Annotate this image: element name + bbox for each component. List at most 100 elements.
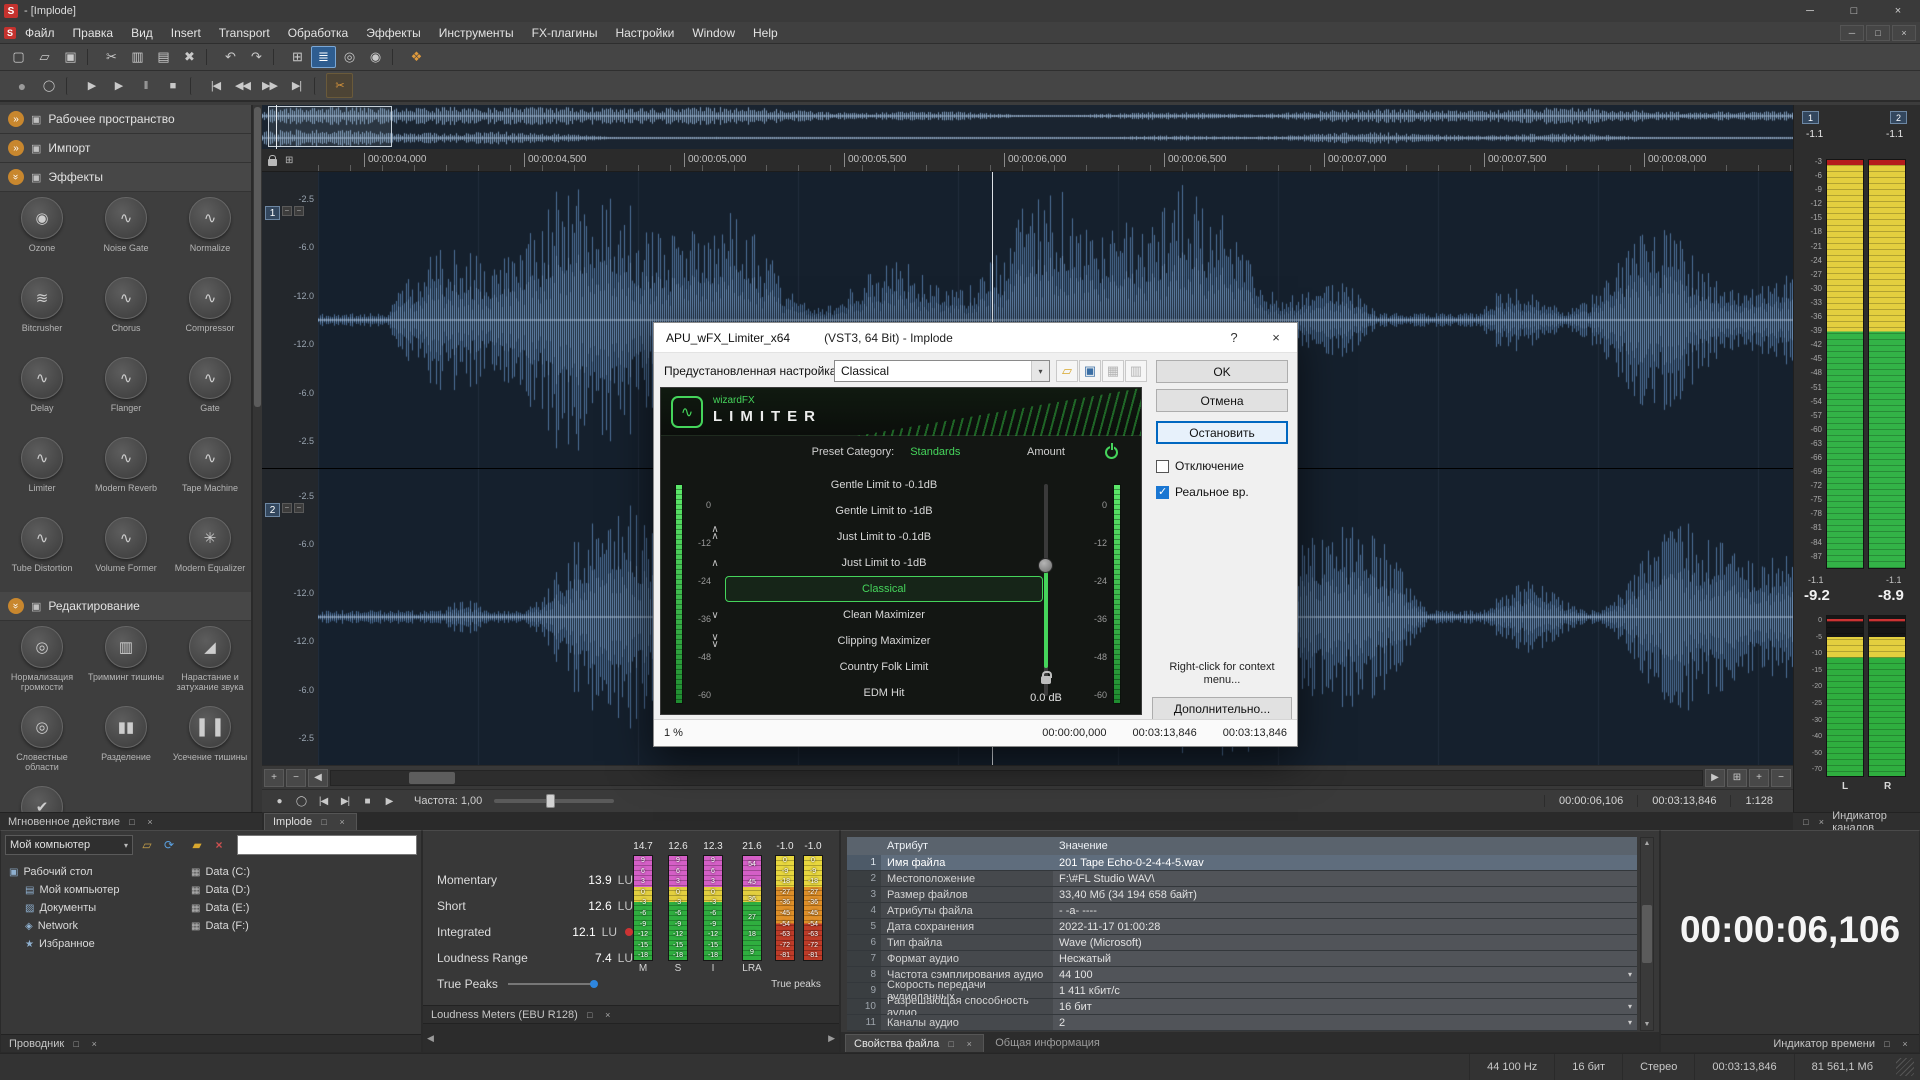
new-file-icon[interactable]: ▢ [6,46,31,68]
plugin-preset-item[interactable]: Just Limit to -0.1dB [725,524,1043,550]
time-ruler[interactable]: ⊞ 00:00:04,00000:00:04,50000:00:05,00000… [262,149,1793,172]
rate-slider-handle[interactable] [546,794,555,808]
tab-close-icon[interactable]: × [336,817,348,827]
tree-item-computer[interactable]: ▤ Мой компьютер [3,881,187,899]
bypass-checkbox-row[interactable]: Отключение [1156,459,1244,473]
overview-viewport-box[interactable] [268,106,392,147]
channel-1-min-button[interactable]: – [282,206,292,216]
mdi-restore-button[interactable]: □ [1866,25,1890,41]
effect-tile[interactable]: ∿ Flanger [84,352,168,432]
separator[interactable] [66,77,74,95]
maximize-button[interactable]: □ [1832,0,1876,22]
tab-file-properties[interactable]: Свойства файла □ × [845,1034,984,1052]
drive-item[interactable]: ▦ Data (F:) [191,917,361,935]
effect-tile[interactable]: ≋ Bitcrusher [0,272,84,352]
dialog-close-button[interactable]: × [1255,323,1297,352]
editing-tile[interactable]: ▮▮ Разделение [84,701,168,781]
stop-button[interactable]: Остановить [1156,421,1288,444]
menu-item[interactable]: Правка [64,22,123,43]
drive-item[interactable]: ▦ Data (C:) [191,863,361,881]
sidebar-section-editing[interactable]: » ▣ Редактирование [0,592,251,621]
section-workspace[interactable]: » ▣ Рабочее пространство [0,105,251,134]
separator[interactable] [392,49,400,65]
delete-button[interactable]: × [209,835,229,855]
menu-item[interactable]: Transport [210,22,279,43]
value-dropdown-icon[interactable]: ▾ [1628,1002,1632,1011]
menu-item[interactable]: FX-плагины [523,22,607,43]
plugin-preset-item[interactable]: Clean Maximizer [725,602,1043,628]
effect-tile[interactable]: ✳ Modern Equalizer [168,512,252,592]
go-to-end-icon[interactable]: ▶| [283,73,310,98]
effect-tile[interactable]: ∿ Tape Machine [168,432,252,512]
property-row[interactable]: 2 Местоположение F:\#FL Studio WAV\▾ [847,871,1637,887]
explorer-filter-input[interactable] [237,835,417,855]
play-all-icon[interactable]: ▶ [78,73,105,98]
channel-1-badge[interactable]: 1 [265,206,280,220]
effect-tile[interactable]: ∿ Normalize [168,192,252,272]
drive-item[interactable]: ▦ Data (E:) [191,899,361,917]
rate-slider[interactable] [494,799,614,803]
copy-icon[interactable]: ▥ [125,46,150,68]
folder-up-button[interactable]: ▱ [137,835,157,855]
panel-close-icon[interactable]: × [88,1039,100,1049]
cancel-button[interactable]: Отмена [1156,389,1288,412]
ruler-lock-icon[interactable] [268,159,277,166]
panel-float-icon[interactable]: □ [945,1039,957,1049]
editing-tile[interactable]: ▥ Тримминг тишины [84,621,168,701]
realtime-checkbox[interactable] [1156,486,1169,499]
property-row[interactable]: 5 Дата сохранения 2022-11-17 01:00:28▾ [847,919,1637,935]
scroll-down-icon[interactable]: ▼ [1644,1021,1651,1028]
menu-item[interactable]: Help [744,22,787,43]
panel-float-icon[interactable]: □ [70,1039,82,1049]
zoom-out-button[interactable]: − [286,769,306,787]
separator[interactable] [206,49,214,65]
plugin-preset-item[interactable]: Gentle Limit to -0.1dB [725,472,1043,498]
preset-last-icon[interactable]: ∨ ∨ [707,634,723,648]
rewind-icon[interactable]: ◀◀ [229,73,256,98]
forward-icon[interactable]: ▶▶ [256,73,283,98]
editing-tile[interactable]: ◢ Нарастание и затухание звука [168,621,252,701]
tab-general-info[interactable]: Общая информация [987,1034,1108,1052]
new-folder-button[interactable]: ▰ [187,835,207,855]
tree-item-favorites[interactable]: ★ Избранное [3,935,187,953]
panel-close-icon[interactable]: × [144,817,156,827]
hzoom-out-button[interactable]: − [1771,769,1791,787]
menu-item[interactable]: Настройки [606,22,683,43]
ok-button[interactable]: OK [1156,360,1288,383]
dialog-titlebar[interactable]: APU_wFX_Limiter_x64 (VST3, 64 Bit) - Imp… [654,323,1297,353]
channel-2-badge[interactable]: 2 [265,503,280,517]
save-preset-as-button[interactable]: ▦ [1102,360,1124,382]
scroll-right-button[interactable]: ▶ [1705,769,1725,787]
plugin-preset-item[interactable]: Clipping Maximizer [725,628,1043,654]
panel-close-icon[interactable]: × [963,1039,975,1049]
save-icon[interactable]: ▣ [58,46,83,68]
resize-grip[interactable] [1896,1058,1914,1076]
apply-tile[interactable]: ✔ [0,781,84,812]
plugin-preset-item[interactable]: EDM Hit [725,680,1043,706]
close-button[interactable]: × [1876,0,1920,22]
amount-lock-icon[interactable] [1041,676,1051,684]
playbar-loop-icon[interactable]: ◯ [290,792,312,810]
hzoom-in-button[interactable]: + [1749,769,1769,787]
preset-prev-icon[interactable]: ∧ [707,558,723,569]
channel-1-solo-button[interactable]: – [294,206,304,216]
panel-float-icon[interactable]: □ [126,817,138,827]
redo-icon[interactable]: ↷ [244,46,269,68]
zoom-fit-button[interactable]: ⊞ [1727,769,1747,787]
sidebar-scroll-thumb[interactable] [254,107,261,407]
panel-float-icon[interactable]: □ [584,1010,596,1020]
go-to-start-icon[interactable]: |◀ [202,73,229,98]
paste-icon[interactable]: ▤ [151,46,176,68]
delete-preset-button[interactable]: ▥ [1125,360,1147,382]
undo-icon[interactable]: ↶ [218,46,243,68]
property-row[interactable]: 7 Формат аудио Несжатый▾ [847,951,1637,967]
effect-tile[interactable]: ∿ Limiter [0,432,84,512]
plugin-preset-item[interactable]: Country Folk Limit [725,654,1043,680]
refresh-button[interactable]: ⟳ [159,835,179,855]
effect-tile[interactable]: ◉ Ozone [0,192,84,272]
preset-first-icon[interactable]: ∧ ∧ [707,526,723,540]
plugin-power-icon[interactable] [1105,446,1118,459]
ruler-grid-icon[interactable]: ⊞ [285,155,293,166]
true-peaks-slider-handle[interactable] [590,980,598,988]
editing-tile[interactable]: ◎ Нормализация громкости [0,621,84,701]
